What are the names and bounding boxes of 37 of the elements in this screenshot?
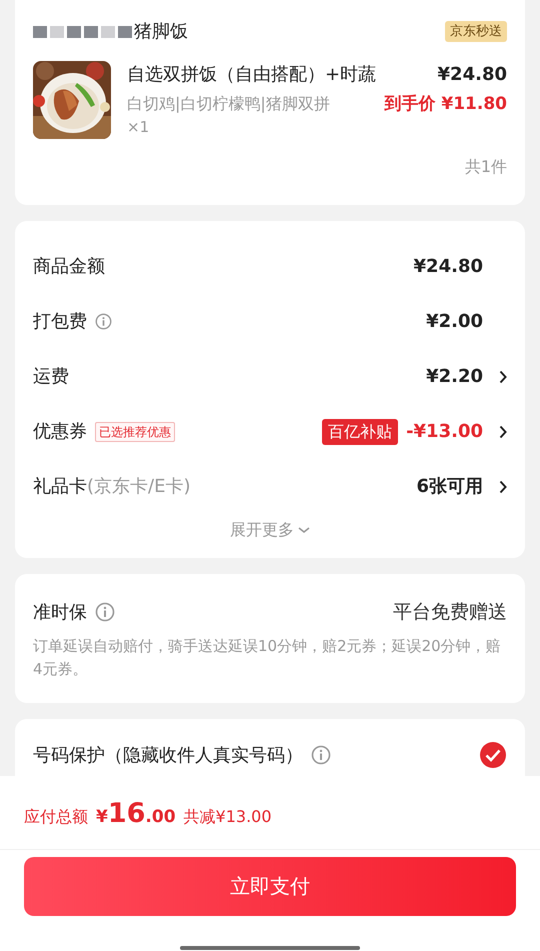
final-price: 到手价 ¥11.80 xyxy=(384,93,507,116)
delivery-badge: 京东秒送 xyxy=(445,20,507,42)
fee-label: 商品金额 xyxy=(33,255,105,279)
info-icon[interactable] xyxy=(311,745,331,765)
chevron-down-icon xyxy=(298,526,310,534)
pay-button[interactable]: 立即支付 xyxy=(24,856,516,916)
fee-label: 打包费 xyxy=(33,310,87,334)
total-amount: ¥16.00 xyxy=(96,797,176,831)
checkbox[interactable] xyxy=(479,741,507,769)
store-name: 猪脚饭 xyxy=(134,20,188,44)
expand-more-link[interactable]: 展开更多 xyxy=(230,518,294,542)
total-label: 应付总额 xyxy=(24,806,88,828)
info-icon[interactable] xyxy=(95,602,115,622)
ontime-title: 准时保 xyxy=(33,600,87,625)
chevron-icon xyxy=(499,370,507,384)
fee-value: ¥2.00 xyxy=(426,310,483,334)
ontime-value: 平台免费赠送 xyxy=(393,600,507,625)
info-icon[interactable] xyxy=(95,313,112,330)
fee-value: 6张可用 xyxy=(416,475,483,499)
item-title: 自选双拼饭（自由搭配）+时蔬 xyxy=(127,63,378,87)
fee-label: 优惠券 xyxy=(33,420,87,444)
item-specs: 白切鸡|白切柠檬鸭|猪脚双拼 xyxy=(127,93,331,115)
ontime-description: 订单延误自动赔付，骑手送达延误10分钟，赔2元券；延误20分钟，赔4元券。 xyxy=(33,636,502,680)
item-price: ¥24.80 xyxy=(436,63,507,87)
fee-value: -¥13.00 xyxy=(406,420,483,444)
recommended-tag: 已选推荐优惠 xyxy=(95,422,175,442)
chevron-icon xyxy=(499,424,507,438)
privacy-title: 号码保护（隐藏收件人真实号码） xyxy=(33,744,303,768)
saving-text: 共减¥13.00 xyxy=(184,806,272,828)
item-quantity: ×1 xyxy=(127,117,150,138)
chevron-icon xyxy=(499,480,507,494)
fee-label: 礼品卡(京东卡/E卡) xyxy=(33,475,190,499)
fee-value: ¥24.80 xyxy=(414,255,483,279)
fee-value: ¥2.20 xyxy=(426,365,483,389)
fee-label: 运费 xyxy=(33,365,69,389)
item-count: 共1件 xyxy=(464,157,507,176)
subsidy-badge: 百亿补贴 xyxy=(322,418,398,444)
